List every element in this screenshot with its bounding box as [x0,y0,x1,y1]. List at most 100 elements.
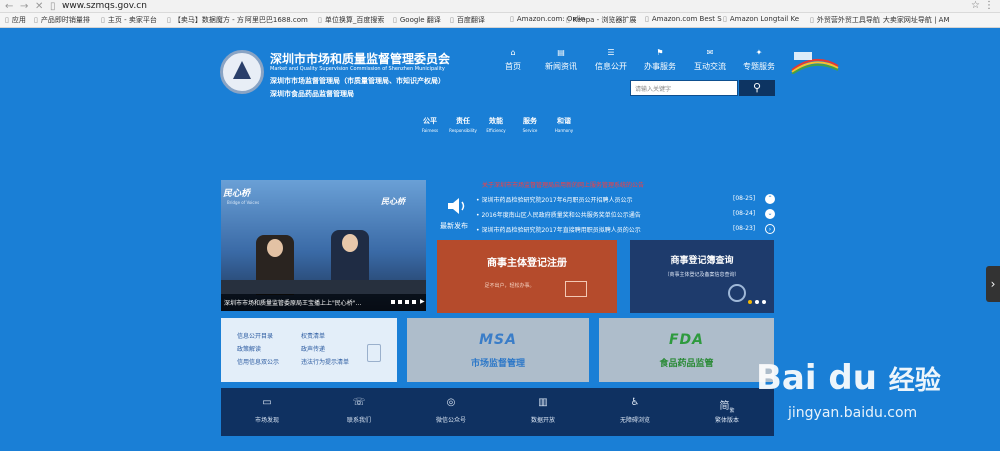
registration-subtitle: 足不出户，轻松办事。 [484,283,535,289]
bookmark-item[interactable]: Keepa - 浏览器扩展 [566,15,637,25]
laptop-icon [565,281,587,297]
browser-toolbar [0,0,1000,13]
simplified-glyph: 简 [719,401,730,412]
msa-logo: MSA [479,332,517,348]
news-item[interactable]: • 深圳市药品检验研究院2017年6月职员公开招聘人员公示 [476,195,721,204]
url-bar[interactable]: www.szmqs.gov.cn [62,1,147,11]
tile-dot[interactable] [755,300,759,304]
bookmark-item[interactable]: 产品即时销量排 [34,15,90,25]
page-icon: ▯ [50,1,56,12]
slider-badge-right: 民心桥 [381,197,405,206]
business-registration-tile[interactable]: 商事主体登记注册 足不出户，轻松办事。 [437,240,617,313]
tile-dot[interactable] [762,300,766,304]
msa-label: 市场监督管理 [470,359,525,369]
search-button[interactable]: ⚲ [739,80,775,96]
footer-wechat[interactable]: ◎ 微信公众号 [405,388,497,436]
phone-icon: ☏ [352,397,366,408]
news-slider[interactable]: 民心桥 Bridge of Voices 民心桥 深圳市市场和质量监管委原局王宝… [221,180,426,311]
footer-toolbar: ▭ 市场发现 ☏ 联系我们 ◎ 微信公众号 ▥ 数据开放 ♿ 无障碍浏览 简繁 … [221,388,774,436]
menu-icon[interactable]: ⋮ [984,0,994,11]
market-supervision-tile[interactable]: MSA 市场监督管理 [407,318,589,382]
value-en: Harmony [554,128,574,133]
reload-icon[interactable]: ✕ [35,1,43,12]
link-info-catalog[interactable]: 信息公开目录 [237,331,273,340]
food-drug-tile[interactable]: FDA 食品药品监管 [599,318,774,382]
document-icon [367,344,381,362]
alert-notice[interactable]: 关于深圳市市场监督管理局启用新的网上服务管理系统的公告 [482,180,774,189]
footer-label: 联系我们 [346,417,371,424]
bookmark-item[interactable]: 主页 - 卖家平台 [101,15,157,25]
latest-release-label: 最新发布 [440,222,468,230]
link-news-delivery[interactable]: 政声传递 [301,344,325,353]
fda-logo: FDA [668,332,705,348]
bookmark-item[interactable]: 百度翻译 [450,15,485,25]
news-date: [08-24] [733,210,756,217]
nav-news[interactable]: ▤ 新闻资讯 [537,48,585,72]
rainbow-logo[interactable] [790,50,840,74]
bookmark-item[interactable]: 外贸营外贸工具导航 [810,15,880,25]
next-page-arrow-icon[interactable]: › [986,266,1000,302]
search-input[interactable]: 请输入关键字 [630,80,738,96]
bookmark-item[interactable]: 【卖马】数据魔方 - 方 [167,15,244,25]
watermark-url: jingyan.baidu.com [788,405,918,421]
slider-next-icon[interactable]: ▶ [420,298,425,305]
link-credit-info[interactable]: 信用信息双公示 [237,357,279,366]
bookmark-item[interactable]: Google 翻译 [393,15,441,25]
business-registry-query-tile[interactable]: 商事登记簿查询 （商事主体登记及备案信息查询） [630,240,774,313]
link-power-list[interactable]: 权责清单 [301,331,325,340]
site-subtitle: Market and Quality Supervision Commissio… [270,66,445,72]
bookmark-item[interactable]: 单位换算_百度搜索 [318,15,385,25]
magnifier-icon [728,284,746,302]
slider-caption[interactable]: 深圳市市场和质量监管委原局王宝播上上"民心桥"... [224,298,389,307]
info-icon: ☰ [607,48,615,57]
bookmark-item[interactable]: 大卖家网址导航 | AM [876,15,950,25]
nav-label: 首页 [505,62,521,71]
slider-dot[interactable] [412,300,416,304]
special-icon: ✦ [755,48,763,57]
agency-name-primary: 深圳市市场监督管理局（市质量管理局、市知识产权局） [270,77,445,85]
news-date: [08-25] [733,195,756,202]
tv-icon: ▭ [262,397,272,408]
bookmark-item[interactable]: Amazon Longtail Ke [723,15,799,23]
more-arrow-icon[interactable]: › [765,224,775,234]
collapse-icon[interactable]: ⌃ [765,194,775,204]
footer-label: 数据开放 [530,417,555,424]
news-title: 深圳市药品检验研究院2017年6月职员公开招聘人员公示 [481,197,633,204]
info-links-panel: 信息公开目录 权责清单 政策解读 政声传递 信用信息双公示 违法行为提示清单 [221,318,397,382]
search-icon: ⚲ [752,81,762,94]
speaker-icon [448,198,465,214]
forward-arrow-icon[interactable]: → [20,1,28,12]
footer-market-discovery[interactable]: ▭ 市场发现 [221,388,313,436]
nav-interact[interactable]: ✉ 互动交流 [686,48,734,72]
query-subtitle: （商事主体登记及备案信息查询） [664,272,740,278]
nav-label: 专题服务 [743,62,775,71]
nav-special[interactable]: ✦ 专题服务 [735,48,783,72]
home-icon: ⌂ [510,48,516,57]
bookmark-item[interactable]: Amazon.com Best S [645,15,722,23]
nav-home[interactable]: ⌂ 首页 [489,48,537,72]
nav-label: 互动交流 [694,62,726,71]
slider-dot[interactable] [398,300,402,304]
government-emblem-logo[interactable] [220,50,264,94]
footer-contact[interactable]: ☏ 联系我们 [313,388,405,436]
nav-service[interactable]: ⚑ 办事服务 [636,48,684,72]
slider-dot[interactable] [391,300,395,304]
watermark-logo-text: Bai du [756,358,877,398]
bookmark-item[interactable]: 应用 [5,15,26,25]
value-harmony: 和谐 Harmony [544,116,584,133]
link-violation-list[interactable]: 违法行为提示清单 [301,357,349,366]
star-icon[interactable]: ☆ [971,0,980,11]
slider-dot[interactable] [405,300,409,304]
footer-open-data[interactable]: ▥ 数据开放 [497,388,589,436]
nav-info[interactable]: ☰ 信息公开 [587,48,635,72]
news-item[interactable]: • 2016年度南山区人民政府质量奖和公共服务奖单位公示通告 [476,210,721,219]
slider-badge-sub: Bridge of Voices [227,200,260,205]
expand-icon[interactable]: ⌄ [765,209,775,219]
tile-dot[interactable] [748,300,752,304]
link-policy[interactable]: 政策解读 [237,344,261,353]
bookmark-item[interactable]: 阿里巴巴1688.com [238,15,308,25]
back-arrow-icon[interactable]: ← [5,1,13,12]
fda-label: 食品药品监管 [659,359,714,369]
footer-accessibility[interactable]: ♿ 无障碍浏览 [589,388,681,436]
news-item[interactable]: • 深圳市药品检验研究院2017年直接聘用职员拟聘人员的公示 [476,225,721,234]
